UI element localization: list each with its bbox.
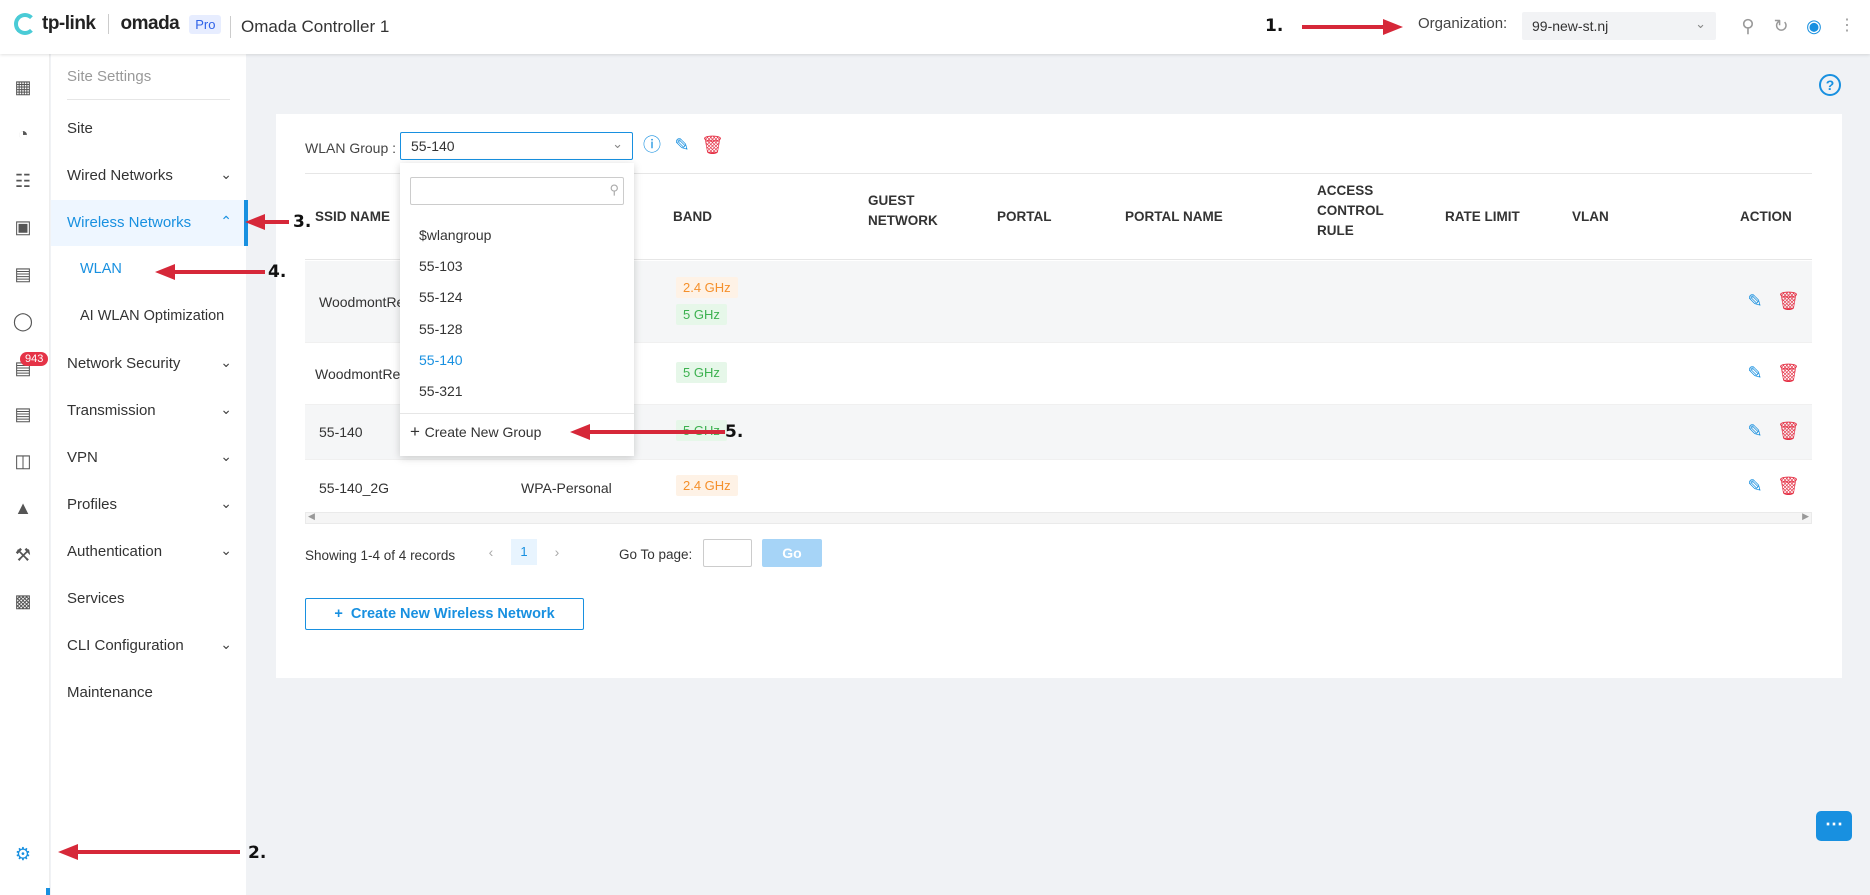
annotation-label-2: 2. [248, 843, 267, 863]
annotation-arrowhead-1 [1383, 19, 1403, 35]
annotation-label-5: 5. [725, 422, 744, 442]
annotation-arrowhead-4 [155, 264, 175, 280]
annotation-arrowhead-3 [245, 214, 265, 230]
annotation-arrowhead-5 [570, 424, 590, 440]
annotation-label-1: 1. [1265, 16, 1284, 36]
annotation-label-4: 4. [268, 262, 287, 282]
annotation-label-3: 3. [293, 212, 312, 232]
annotation-arrowhead-2 [58, 844, 78, 860]
annotation-arrows [58, 19, 1403, 860]
